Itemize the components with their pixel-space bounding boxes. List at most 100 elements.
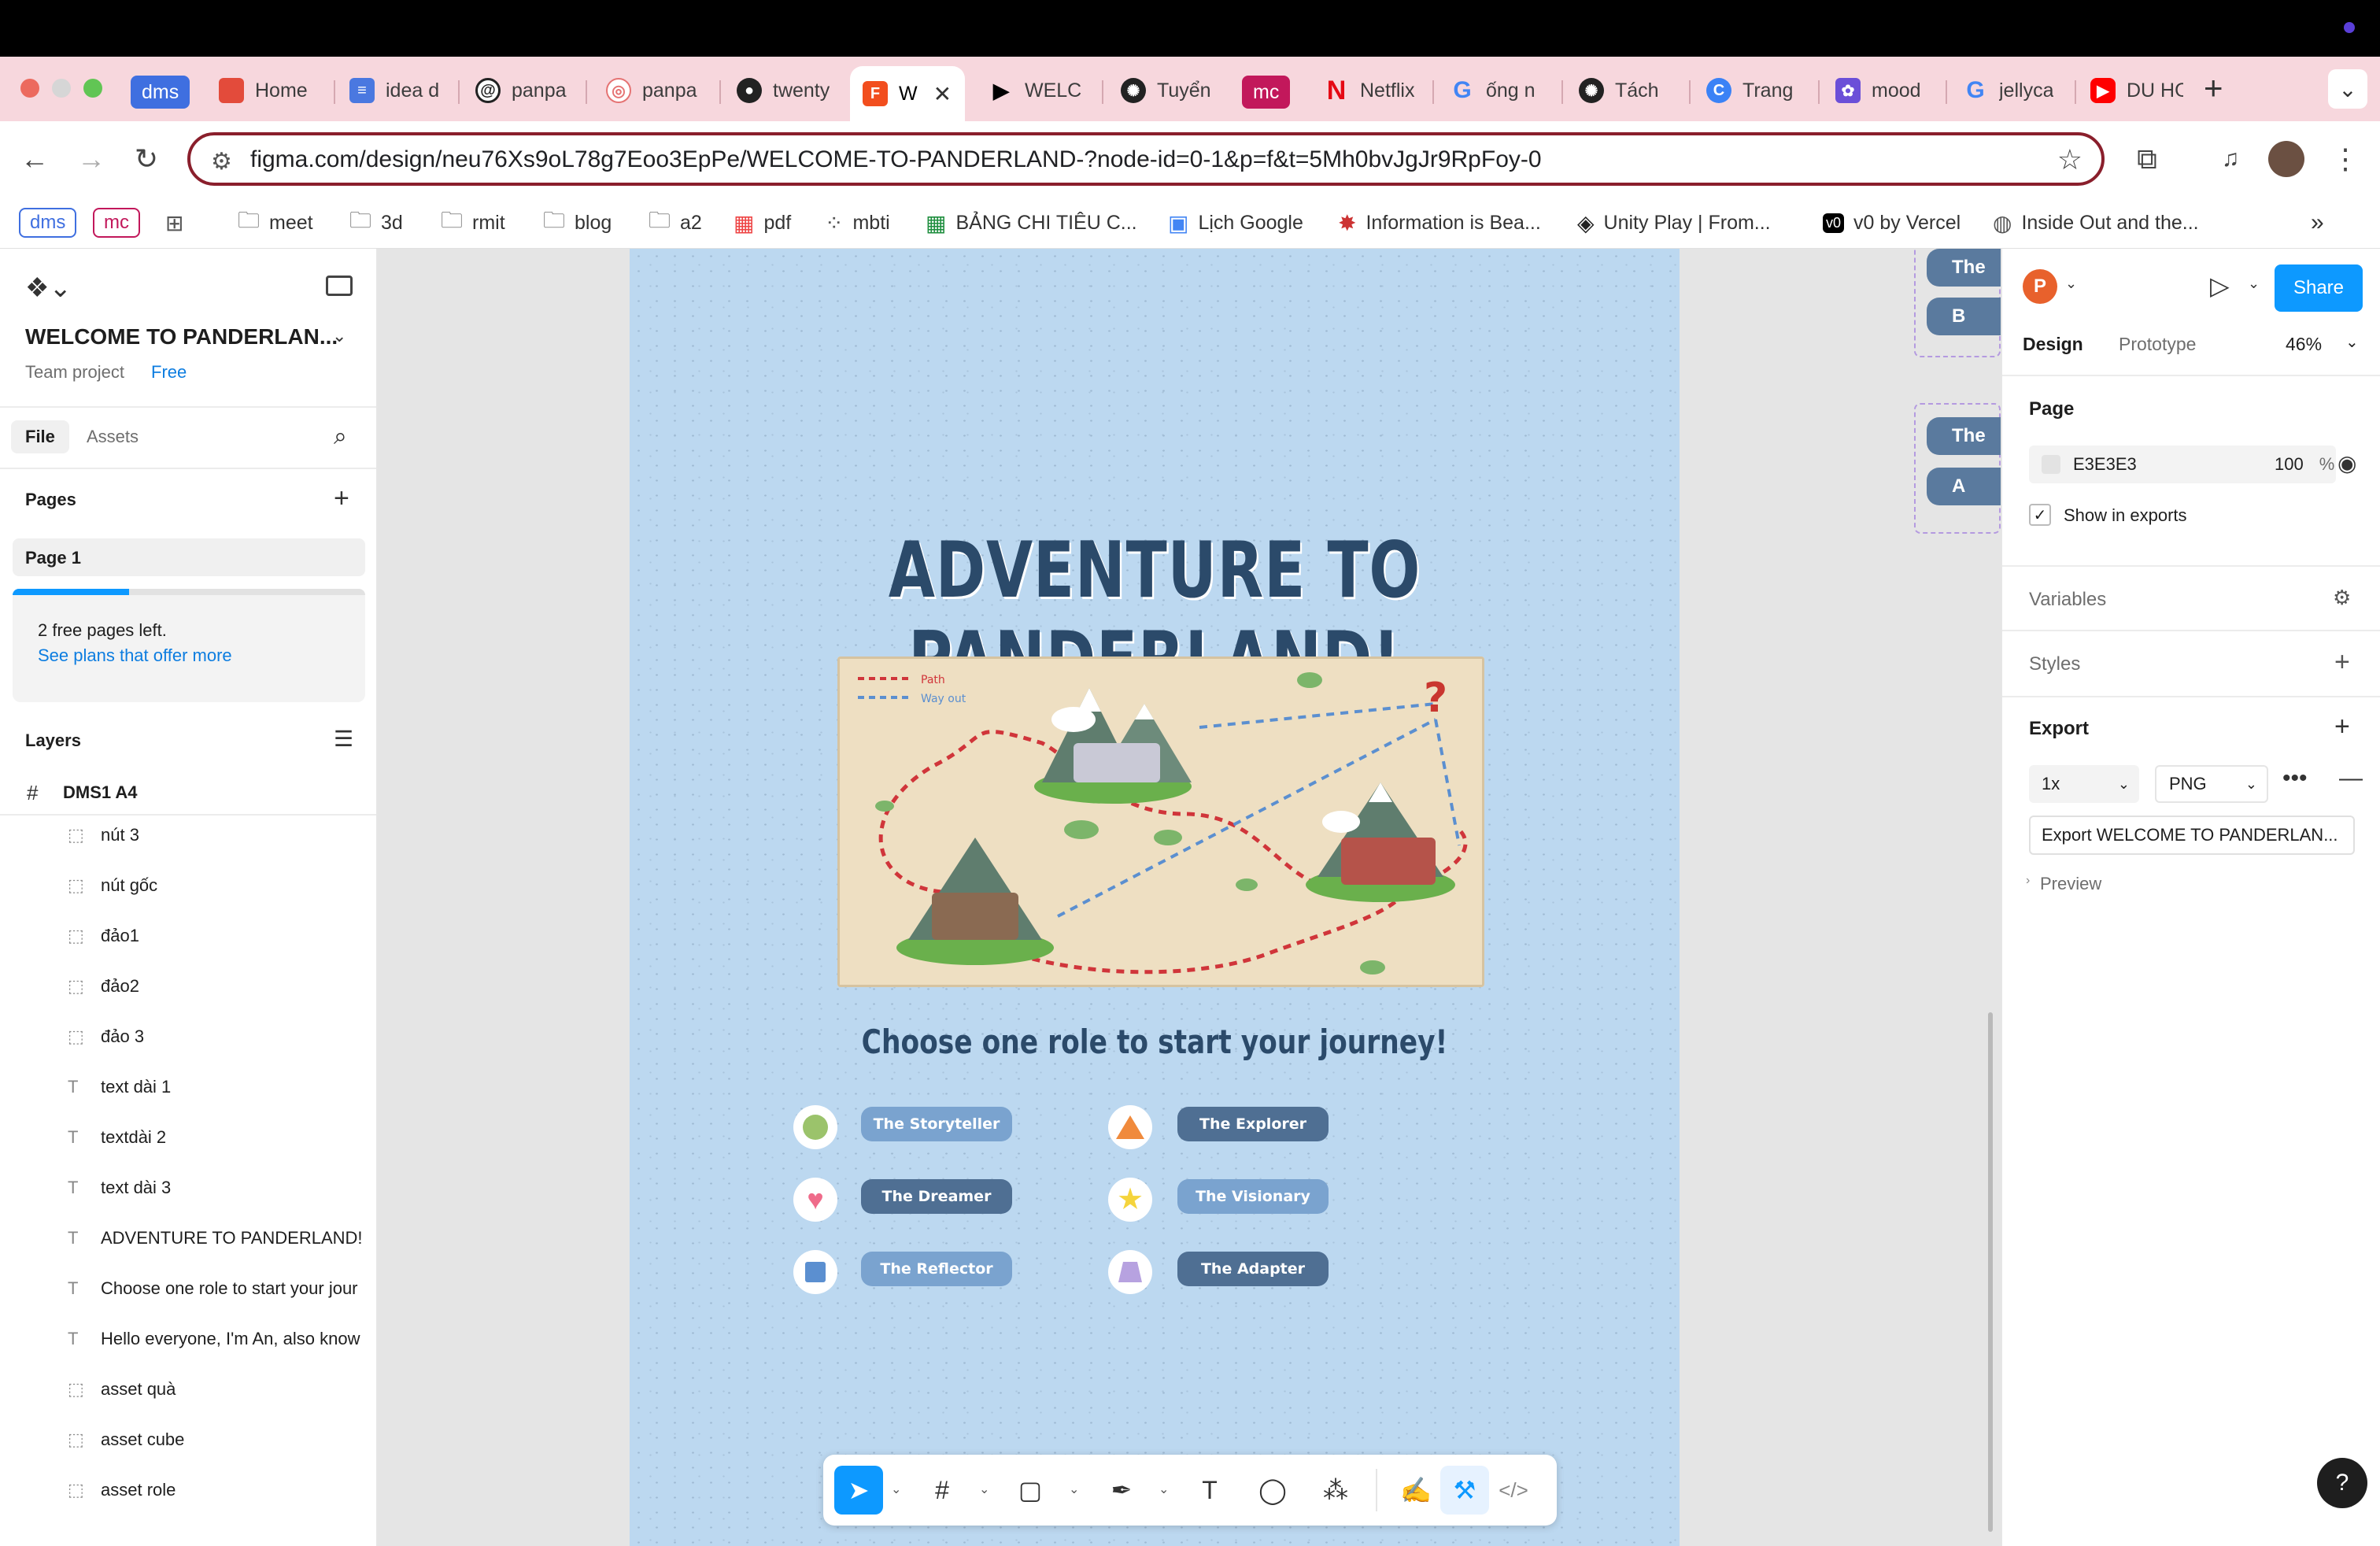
tab-ong[interactable]: Gống n — [1437, 65, 1555, 117]
tab-tuyen[interactable]: ✺ Tuyển — [1108, 65, 1226, 117]
treasure-map-image[interactable]: Path Way out ? — [837, 656, 1484, 987]
tab-tach[interactable]: ✺ Tách — [1566, 65, 1684, 117]
see-plans-link[interactable]: See plans that offer more — [38, 645, 232, 666]
layer-row[interactable]: T ADVENTURE TO PANDERLAND! — [0, 1214, 376, 1264]
back-button[interactable]: ← — [14, 139, 55, 179]
tab-design[interactable]: Design — [2023, 334, 2083, 355]
pen-tool-chevron-icon[interactable]: ⌄ — [1159, 1481, 1169, 1497]
frame-tool-icon[interactable]: # — [918, 1466, 966, 1515]
layer-row[interactable]: Ttext dài 1 — [0, 1063, 376, 1113]
layer-row[interactable]: Ttext dài 3 — [0, 1163, 376, 1214]
share-button[interactable]: Share — [2275, 264, 2363, 312]
storyteller-marker[interactable] — [793, 1105, 837, 1149]
draw-mode-icon[interactable]: ✍ — [1391, 1466, 1440, 1515]
explorer-marker[interactable] — [1108, 1105, 1152, 1149]
tab-group-dms[interactable]: dms — [131, 76, 190, 109]
page-opacity-field[interactable]: 100 % — [2238, 446, 2336, 483]
actions-tool-icon[interactable]: ⁂ — [1311, 1466, 1360, 1515]
new-tab-button[interactable]: + — [2204, 69, 2223, 107]
present-play-icon[interactable]: ▷ — [2210, 271, 2230, 301]
site-info-icon[interactable]: ⚙ — [211, 148, 232, 176]
root-layer-row[interactable]: # DMS1 A4 — [0, 770, 376, 816]
move-tool-icon[interactable]: ➤ — [834, 1466, 883, 1515]
preview-toggle[interactable]: Preview — [2040, 874, 2101, 894]
frame-tool-chevron-icon[interactable]: ⌄ — [979, 1481, 989, 1497]
add-page-icon[interactable]: + — [334, 483, 349, 514]
export-options-icon[interactable]: ••• — [2282, 765, 2308, 792]
color-swatch[interactable] — [2042, 455, 2060, 474]
bookmark-blog[interactable]: 🗀 blog — [543, 206, 612, 239]
extensions-icon[interactable]: ⧉ — [2127, 139, 2168, 179]
layer-row[interactable]: ⬚ asset quà — [0, 1365, 376, 1415]
visionary-marker[interactable]: ★ — [1108, 1178, 1152, 1222]
bookmark-inside-out[interactable]: ◍ Inside Out and the... — [1993, 206, 2199, 239]
tab-welc[interactable]: ▶ WELC — [976, 65, 1094, 117]
address-bar[interactable]: ⚙ figma.com/design/neu76Xs9oL78g7Eoo3EpP… — [187, 132, 2105, 186]
layer-row[interactable]: T Hello everyone, I'm An, also know — [0, 1315, 376, 1365]
help-button[interactable]: ? — [2317, 1458, 2367, 1508]
file-title[interactable]: WELCOME TO PANDERLAN... — [25, 324, 338, 350]
chevron-right-icon[interactable]: › — [2026, 874, 2030, 888]
adapter-marker[interactable] — [1108, 1250, 1152, 1294]
bookmark-unity-play[interactable]: ◈ Unity Play | From... — [1577, 206, 1771, 239]
minimize-window-button[interactable] — [52, 79, 71, 98]
comment-tool-icon[interactable]: ◯ — [1248, 1466, 1297, 1515]
bookmark-mbti[interactable]: ⁘ mbti — [825, 206, 890, 239]
layer-row[interactable]: ⬚ asset cube — [0, 1415, 376, 1466]
toggle-sidebar-icon[interactable] — [326, 276, 353, 296]
tab-jellyca[interactable]: Gjellyca — [1950, 65, 2068, 117]
layer-row[interactable]: ⬚ đảo 3 — [0, 1012, 376, 1063]
bookmark-rmit[interactable]: 🗀 rmit — [441, 206, 505, 239]
user-avatar[interactable]: P — [2023, 269, 2057, 304]
side-pill-4[interactable]: A — [1927, 468, 2001, 505]
role-visionary-button[interactable]: The Visionary — [1177, 1179, 1329, 1214]
layer-row[interactable]: Ttextdài 2 — [0, 1113, 376, 1163]
tab-figma-active[interactable]: F W ✕ — [850, 66, 965, 121]
bookmark-v0[interactable]: v0 v0 by Vercel — [1823, 206, 1961, 239]
add-style-icon[interactable]: + — [2334, 647, 2350, 678]
bookmark-meet[interactable]: 🗀 meet — [238, 206, 313, 239]
shape-tool-chevron-icon[interactable]: ⌄ — [1069, 1481, 1079, 1497]
export-button[interactable]: Export WELCOME TO PANDERLAN... — [2029, 816, 2355, 855]
bookmark-a2[interactable]: 🗀 a2 — [649, 206, 702, 239]
side-pill-3[interactable]: The — [1927, 417, 2001, 455]
artboard-dms1-a4[interactable]: ADVENTURE TO PANDERLAND! Path Way out ? — [630, 249, 1680, 1546]
tab-mood[interactable]: ✿ mood — [1823, 65, 1941, 117]
bookmark-group-mc[interactable]: mc — [93, 208, 140, 238]
layer-row[interactable]: ⬚ nút 3 — [0, 811, 376, 861]
close-window-button[interactable] — [20, 79, 39, 98]
design-mode-icon[interactable]: ⚒ — [1440, 1466, 1489, 1515]
layer-row[interactable]: ⬚ đảo2 — [0, 962, 376, 1012]
bookmark-pdf[interactable]: ▦ pdf — [734, 206, 791, 239]
figma-menu-icon[interactable]: ❖⌄ — [25, 272, 72, 304]
reflector-marker[interactable] — [793, 1250, 837, 1294]
canvas[interactable]: ADVENTURE TO PANDERLAND! Path Way out ? — [378, 249, 2001, 1546]
tab-panpa-1[interactable]: @ panpa — [463, 65, 581, 117]
browser-menu-icon[interactable]: ⋮ — [2325, 139, 2366, 179]
present-chevron-icon[interactable]: ⌄ — [2248, 276, 2260, 292]
export-format-select[interactable]: PNG ⌄ — [2155, 765, 2268, 803]
media-control-icon[interactable]: ♫ — [2210, 139, 2251, 179]
forward-button[interactable]: → — [71, 139, 112, 179]
tab-assets[interactable]: Assets — [87, 427, 139, 447]
tab-file[interactable]: File — [11, 420, 69, 453]
search-icon[interactable]: ⌕ — [334, 423, 347, 450]
role-explorer-button[interactable]: The Explorer — [1177, 1107, 1329, 1141]
tab-trang[interactable]: C Trang — [1694, 65, 1812, 117]
zoom-chevron-icon[interactable]: ⌄ — [2345, 332, 2359, 352]
page-1-item[interactable]: Page 1 — [13, 538, 365, 576]
canvas-scrollbar[interactable] — [1988, 1012, 1993, 1532]
move-tool-chevron-icon[interactable]: ⌄ — [891, 1481, 901, 1497]
tab-idea[interactable]: ≡ idea d — [337, 65, 455, 117]
layers-list-icon[interactable]: ☰ — [334, 726, 353, 752]
side-pill-1[interactable]: The — [1927, 249, 2001, 287]
tab-panpa-2[interactable]: ◎ panpa — [593, 65, 711, 117]
tab-search-button[interactable]: ⌄ — [2328, 69, 2367, 109]
tab-group-mc[interactable]: mc — [1242, 76, 1291, 109]
tab-netflix[interactable]: N Netflix — [1311, 65, 1429, 117]
tab-prototype[interactable]: Prototype — [2119, 334, 2196, 355]
tab-home[interactable]: Home — [206, 65, 324, 117]
role-adapter-button[interactable]: The Adapter — [1177, 1252, 1329, 1286]
export-scale-select[interactable]: 1x ⌄ — [2029, 765, 2139, 803]
bookmark-star-icon[interactable]: ☆ — [2057, 143, 2082, 176]
